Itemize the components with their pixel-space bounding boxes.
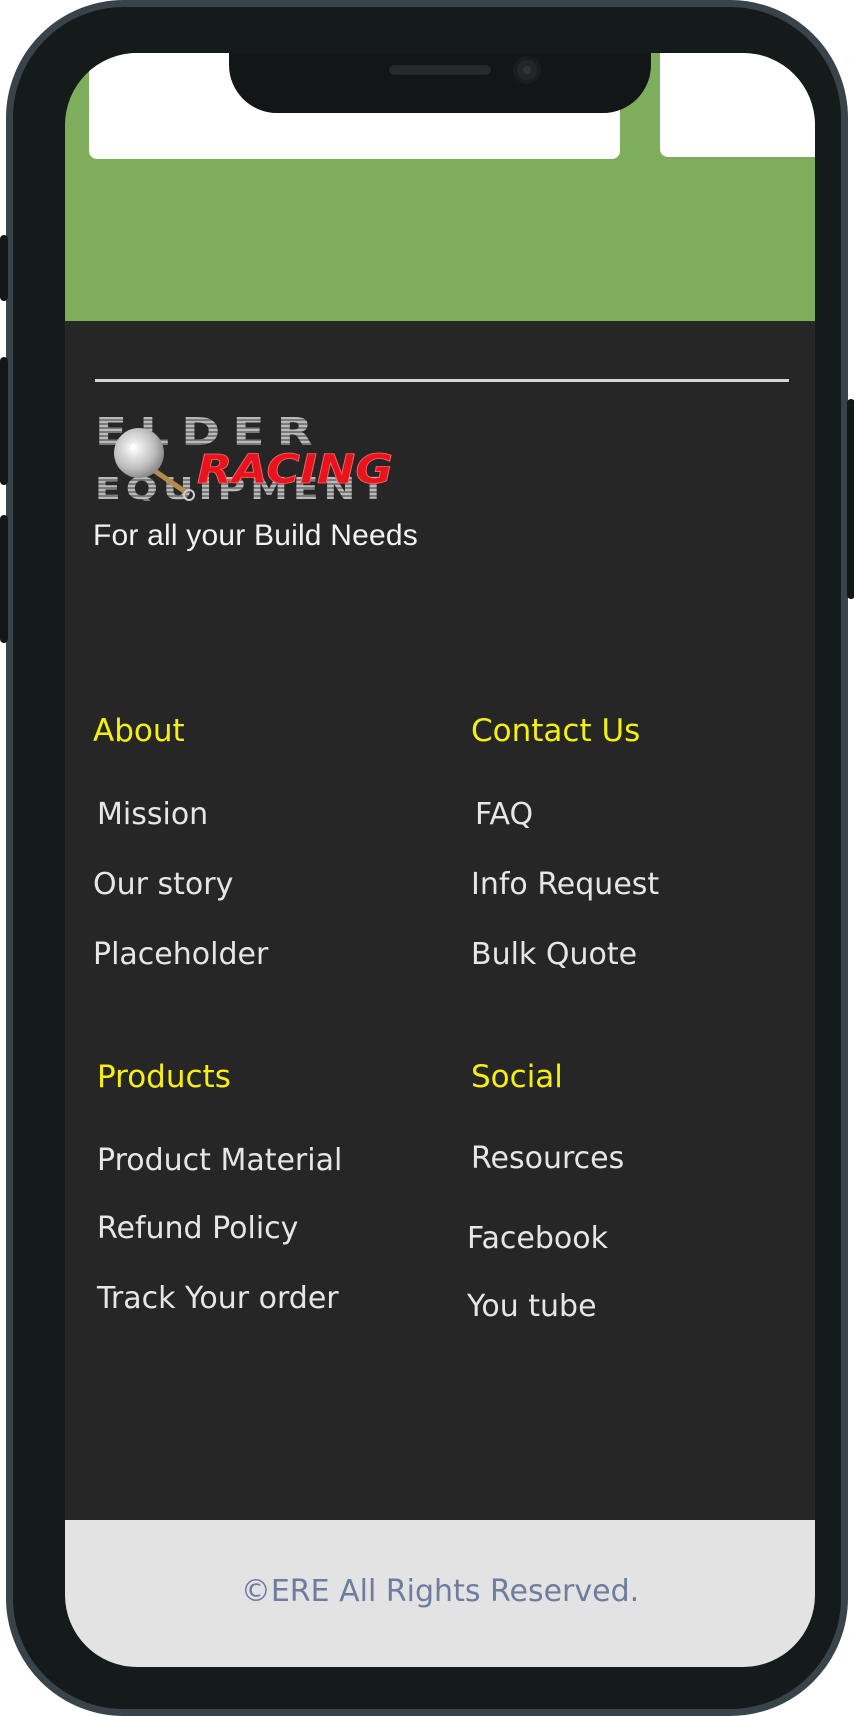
- footer-link-bulk-quote[interactable]: Bulk Quote: [471, 937, 637, 972]
- footer-link-track-order[interactable]: Track Your order: [97, 1281, 339, 1316]
- brand-logo[interactable]: ELDER EQUIPMENT RACING: [93, 413, 397, 501]
- content-card[interactable]: [660, 53, 815, 157]
- footer-link-faq[interactable]: FAQ: [475, 797, 533, 832]
- footer-link-youtube[interactable]: You tube: [467, 1289, 597, 1324]
- site-footer: ELDER EQUIPMENT RACING For all your Buil…: [65, 321, 815, 1520]
- side-button-mute: [0, 235, 8, 301]
- side-button-volume-up: [0, 357, 8, 485]
- svg-text:RACING: RACING: [197, 447, 393, 493]
- footer-heading-about: About: [93, 713, 185, 749]
- footer-heading-products: Products: [97, 1059, 231, 1095]
- footer-link-facebook[interactable]: Facebook: [467, 1221, 608, 1256]
- footer-link-resources[interactable]: Resources: [471, 1141, 624, 1176]
- phone-notch: [229, 53, 651, 113]
- front-camera-icon: [513, 56, 541, 84]
- copyright-bar: ©ERE All Rights Reserved.: [65, 1520, 815, 1667]
- copyright-text: ©ERE All Rights Reserved.: [240, 1574, 640, 1609]
- side-button-volume-down: [0, 515, 8, 643]
- brand-tagline: For all your Build Needs: [93, 519, 418, 552]
- footer-link-placeholder[interactable]: Placeholder: [93, 937, 268, 972]
- footer-heading-social: Social: [471, 1059, 563, 1095]
- phone-screen: ELDER EQUIPMENT RACING For all your Buil…: [65, 53, 815, 1667]
- footer-link-our-story[interactable]: Our story: [93, 867, 233, 902]
- phone-frame: ELDER EQUIPMENT RACING For all your Buil…: [0, 0, 854, 1716]
- side-button-power: [847, 399, 854, 599]
- footer-link-mission[interactable]: Mission: [97, 797, 208, 832]
- footer-divider: [95, 379, 789, 382]
- footer-link-product-material[interactable]: Product Material: [97, 1143, 342, 1178]
- speaker-grille: [389, 65, 491, 75]
- footer-link-refund-policy[interactable]: Refund Policy: [97, 1211, 298, 1246]
- footer-link-info-request[interactable]: Info Request: [471, 867, 659, 902]
- footer-heading-contact: Contact Us: [471, 713, 641, 749]
